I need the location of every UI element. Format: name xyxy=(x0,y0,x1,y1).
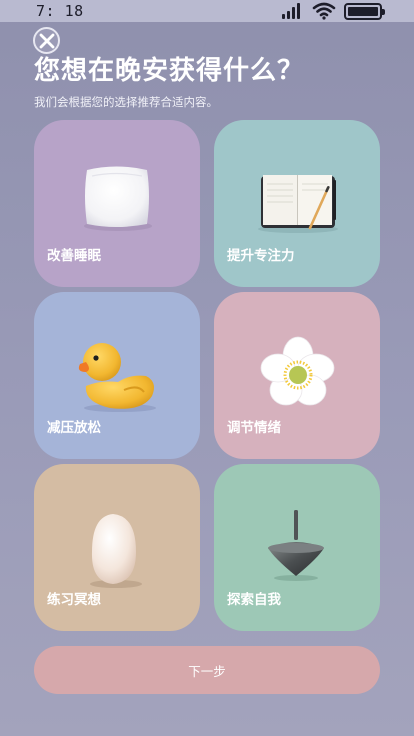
next-button[interactable]: 下一步 xyxy=(34,646,380,694)
option-label: 练习冥想 xyxy=(47,592,101,608)
option-card-mood-regulation[interactable]: 调节情绪 xyxy=(214,292,380,459)
pillow-icon xyxy=(84,166,152,231)
page-title: 您想在晚安获得什么？ xyxy=(34,56,305,86)
egg-icon xyxy=(90,514,142,588)
option-card-improve-sleep[interactable]: 改善睡眠 xyxy=(34,120,200,287)
option-card-stress-relief[interactable]: 减压放松 xyxy=(34,292,200,459)
option-card-meditation[interactable]: 练习冥想 xyxy=(34,464,200,631)
wifi-icon xyxy=(312,2,336,20)
option-grid: 改善睡眠 提升专注力 减压放松 调节情绪 练习冥想 探索自我 xyxy=(34,120,380,631)
option-label: 改善睡眠 xyxy=(47,248,101,264)
option-card-improve-focus[interactable]: 提升专注力 xyxy=(214,120,380,287)
battery-icon xyxy=(344,2,385,20)
spinning-top-icon xyxy=(268,510,324,581)
rubber-duck-icon xyxy=(78,343,156,412)
notebook-icon xyxy=(258,175,338,233)
option-label: 减压放松 xyxy=(47,420,101,436)
option-label: 探索自我 xyxy=(227,592,281,608)
option-card-self-discovery[interactable]: 探索自我 xyxy=(214,464,380,631)
status-time: 7: 18 xyxy=(36,2,84,20)
option-label: 调节情绪 xyxy=(227,420,281,436)
signal-icon xyxy=(282,3,304,19)
close-icon xyxy=(39,33,54,48)
option-label: 提升专注力 xyxy=(227,248,295,264)
flower-icon xyxy=(260,336,335,406)
page-subtitle: 我们会根据您的选择推荐合适内容。 xyxy=(34,95,218,109)
status-icons xyxy=(282,2,385,20)
status-bar: 7: 18 xyxy=(0,0,414,22)
